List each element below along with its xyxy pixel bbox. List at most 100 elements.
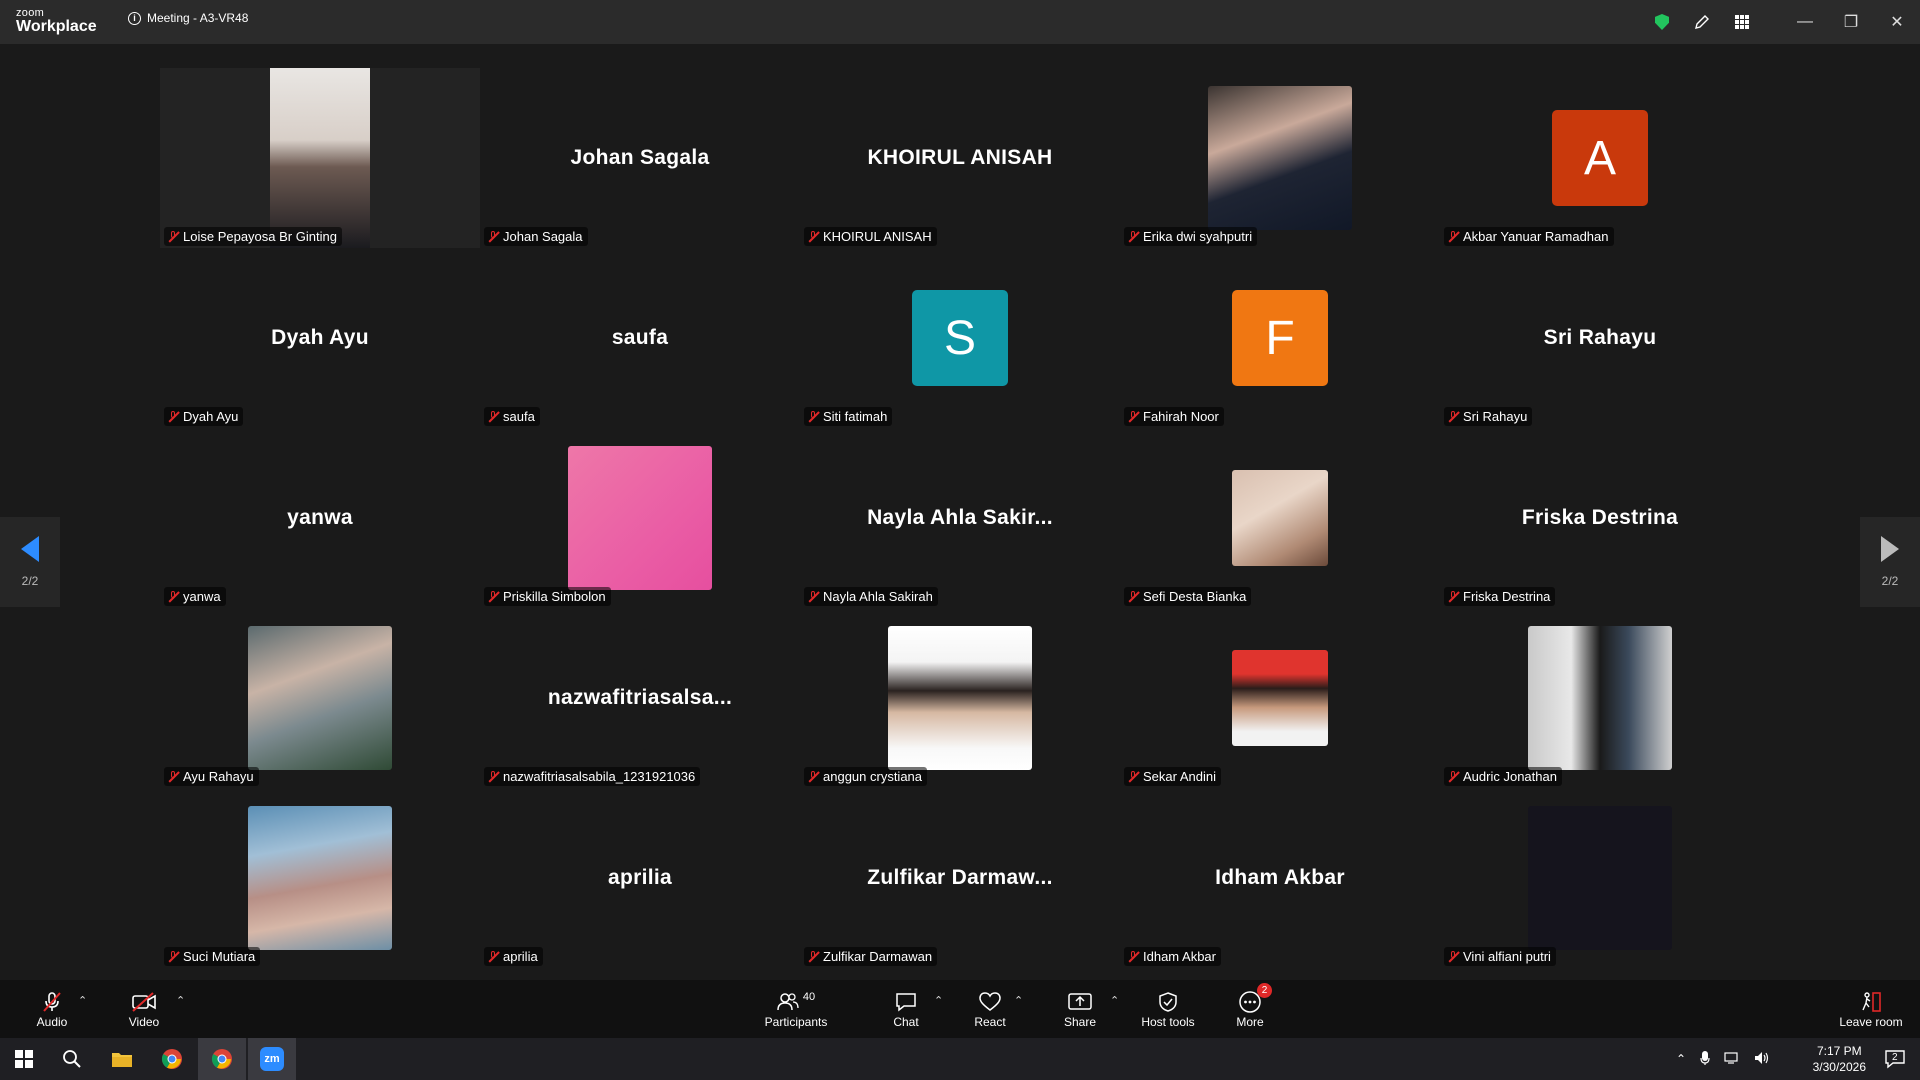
mic-muted-icon	[167, 590, 179, 603]
participant-display-name: Sri Rahayu	[1543, 326, 1657, 349]
page-indicator-left: 2/2	[21, 574, 39, 588]
participant-tile[interactable]: Suci Mutiara	[160, 788, 480, 968]
participant-label: yanwa	[164, 587, 226, 606]
participant-tile[interactable]: saufa saufa	[480, 248, 800, 428]
initial-avatar: F	[1232, 290, 1328, 386]
close-button[interactable]: ✕	[1874, 0, 1920, 44]
participants-label: Participants	[764, 1015, 828, 1029]
participant-label: Johan Sagala	[484, 227, 588, 246]
participant-name: saufa	[503, 409, 535, 424]
search-icon[interactable]	[48, 1038, 96, 1080]
participant-tile[interactable]: A Akbar Yanuar Ramadhan	[1440, 68, 1760, 248]
mic-muted-icon	[807, 770, 819, 783]
clock-date: 3/30/2026	[1812, 1060, 1866, 1074]
chat-options-caret-icon[interactable]: ⌃	[934, 994, 943, 1007]
info-icon[interactable]: i	[128, 11, 141, 25]
participant-tile[interactable]: yanwa yanwa	[160, 428, 480, 608]
mic-muted-icon	[1447, 950, 1459, 963]
leave-room-label: Leave room	[1839, 1015, 1903, 1029]
minimize-button[interactable]: —	[1782, 0, 1828, 44]
participant-tile[interactable]: KHOIRUL ANISAH KHOIRUL ANISAH	[800, 68, 1120, 248]
react-button[interactable]: React	[970, 980, 1010, 1038]
network-icon[interactable]	[1724, 1051, 1740, 1068]
meeting-info[interactable]: i Meeting - A3-VR48	[128, 11, 248, 25]
video-button[interactable]: Video	[122, 980, 166, 1038]
participant-tile[interactable]: Nayla Ahla Sakir... Nayla Ahla Sakirah	[800, 428, 1120, 608]
react-options-caret-icon[interactable]: ⌃	[1014, 994, 1023, 1007]
participant-label: Loise Pepayosa Br Ginting	[164, 227, 342, 246]
notification-center-icon[interactable]: 2	[1884, 1048, 1906, 1075]
mic-muted-icon	[167, 950, 179, 963]
chrome-profile-icon[interactable]	[198, 1038, 246, 1080]
more-label: More	[1236, 1015, 1264, 1029]
file-explorer-icon[interactable]	[98, 1038, 146, 1080]
participant-tile[interactable]: S Siti fatimah	[800, 248, 1120, 428]
mic-muted-icon	[807, 950, 819, 963]
participant-tile[interactable]: Johan Sagala Johan Sagala	[480, 68, 800, 248]
share-options-caret-icon[interactable]: ⌃	[1110, 994, 1119, 1007]
participant-tile[interactable]: anggun crystiana	[800, 608, 1120, 788]
host-shield-icon	[1157, 989, 1179, 1015]
next-page-button[interactable]: 2/2	[1860, 517, 1920, 607]
restore-button[interactable]: ❐	[1828, 0, 1874, 44]
microphone-tray-icon[interactable]	[1700, 1050, 1710, 1069]
participant-tile[interactable]: Vini alfiani putri	[1440, 788, 1760, 968]
initial-avatar: S	[912, 290, 1008, 386]
participant-label: Friska Destrina	[1444, 587, 1556, 606]
windows-taskbar: zm ⌃ 7:17 PM 3/30/2026 2	[0, 1038, 1920, 1080]
participant-display-name: Dyah Ayu	[271, 326, 369, 349]
participant-tile[interactable]: Sri Rahayu Sri Rahayu	[1440, 248, 1760, 428]
volume-icon[interactable]	[1754, 1051, 1770, 1068]
audio-button[interactable]: Audio	[30, 980, 74, 1038]
participants-button[interactable]: 40 Participants	[756, 980, 836, 1038]
participant-name: Dyah Ayu	[183, 409, 239, 424]
participant-name: Suci Mutiara	[183, 949, 256, 964]
apps-grid-icon[interactable]	[1722, 0, 1762, 44]
participant-video	[270, 68, 370, 248]
participant-tile[interactable]: Zulfikar Darmaw... Zulfikar Darmawan	[800, 788, 1120, 968]
participant-label: Zulfikar Darmawan	[804, 947, 938, 966]
prev-page-button[interactable]: 2/2	[0, 517, 60, 607]
participant-display-name: aprilia	[608, 866, 672, 889]
windows-start-icon[interactable]	[0, 1038, 48, 1080]
tray-chevron-icon[interactable]: ⌃	[1676, 1052, 1686, 1066]
chat-button[interactable]: Chat	[886, 980, 926, 1038]
participant-tile[interactable]: F Fahirah Noor	[1120, 248, 1440, 428]
profile-photo	[248, 806, 392, 950]
participant-tile[interactable]: Idham Akbar Idham Akbar	[1120, 788, 1440, 968]
leave-room-button[interactable]: Leave room	[1836, 980, 1906, 1038]
video-label: Video	[128, 1015, 160, 1029]
profile-photo	[1208, 86, 1352, 230]
participant-tile[interactable]: nazwafitriasalsa... nazwafitriasalsabila…	[480, 608, 800, 788]
leave-door-icon	[1859, 989, 1883, 1015]
mic-muted-icon	[1127, 410, 1139, 423]
participant-tile[interactable]: Friska Destrina Friska Destrina	[1440, 428, 1760, 608]
participant-display-name: Nayla Ahla Sakir...	[867, 506, 1053, 529]
profile-photo	[1528, 806, 1672, 950]
zoom-app-icon[interactable]: zm	[248, 1038, 296, 1080]
participant-label: Ayu Rahayu	[164, 767, 259, 786]
host-tools-button[interactable]: Host tools	[1138, 980, 1198, 1038]
participant-tile[interactable]: Sefi Desta Bianka	[1120, 428, 1440, 608]
participant-tile[interactable]: Loise Pepayosa Br Ginting	[160, 68, 480, 248]
participant-tile[interactable]: Ayu Rahayu	[160, 608, 480, 788]
security-shield-icon[interactable]	[1642, 0, 1682, 44]
system-clock[interactable]: 7:17 PM 3/30/2026	[1813, 1043, 1866, 1075]
participant-tile[interactable]: aprilia aprilia	[480, 788, 800, 968]
participant-tile[interactable]: Dyah Ayu Dyah Ayu	[160, 248, 480, 428]
annotate-pencil-icon[interactable]	[1682, 0, 1722, 44]
more-button[interactable]: 2 More	[1230, 980, 1272, 1038]
video-options-caret-icon[interactable]: ⌃	[176, 994, 185, 1007]
mic-muted-icon	[487, 950, 499, 963]
participant-label: Suci Mutiara	[164, 947, 261, 966]
participant-tile[interactable]: Erika dwi syahputri	[1120, 68, 1440, 248]
chrome-icon[interactable]	[148, 1038, 196, 1080]
participant-tile[interactable]: Audric Jonathan	[1440, 608, 1760, 788]
mic-muted-icon	[807, 410, 819, 423]
participant-tile[interactable]: Sekar Andini	[1120, 608, 1440, 788]
mic-muted-icon	[1447, 410, 1459, 423]
audio-options-caret-icon[interactable]: ⌃	[78, 994, 87, 1007]
participant-display-name: nazwafitriasalsa...	[547, 686, 733, 709]
participant-tile[interactable]: Priskilla Simbolon	[480, 428, 800, 608]
share-button[interactable]: Share	[1060, 980, 1100, 1038]
